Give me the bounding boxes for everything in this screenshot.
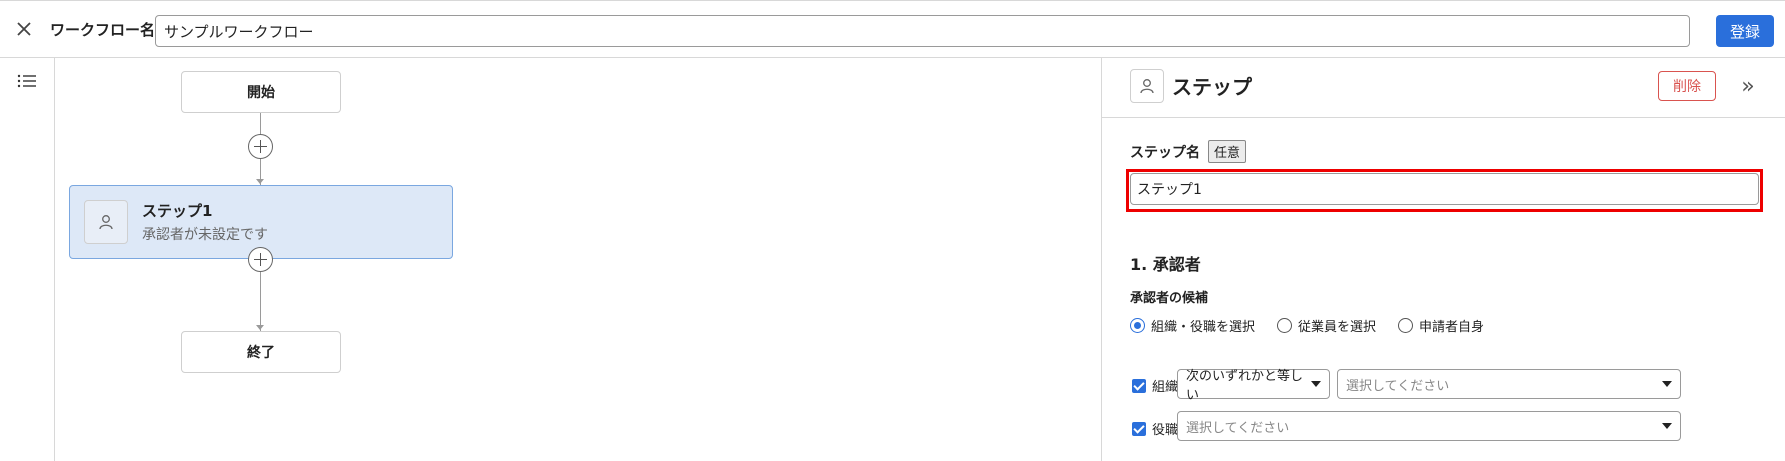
register-button[interactable]: 登録 — [1716, 15, 1774, 47]
org-select[interactable]: 選択してください — [1337, 369, 1681, 399]
person-icon — [84, 200, 128, 244]
approver-section-title: 1. 承認者 — [1130, 255, 1201, 274]
caret-down-icon — [1662, 423, 1672, 429]
role-select-placeholder: 選択してください — [1186, 420, 1290, 436]
org-select-placeholder: 選択してください — [1346, 378, 1450, 394]
step-title: ステップ1 — [142, 202, 213, 220]
flow-canvas: 開始 ステップ1 承認者が未設定です 終了 — [55, 58, 1101, 461]
approver-type-radio-group: 組織・役職を選択 従業員を選択 申請者自身 — [1130, 316, 1484, 335]
workflow-name-label: ワークフロー名 — [50, 21, 156, 39]
radio-label: 組織・役職を選択 — [1151, 320, 1256, 335]
radio-employee[interactable]: 従業員を選択 — [1277, 316, 1376, 335]
org-checkbox-row: 組織 — [1132, 376, 1178, 395]
radio-label: 申請者自身 — [1419, 320, 1485, 335]
top-bar: ワークフロー名 登録 — [0, 0, 1785, 58]
radio-applicant[interactable]: 申請者自身 — [1398, 316, 1484, 335]
step-name-label: ステップ名 — [1130, 145, 1200, 161]
end-node[interactable]: 終了 — [181, 331, 341, 373]
step-name-input[interactable] — [1130, 173, 1759, 205]
step-subtitle: 承認者が未設定です — [142, 227, 268, 243]
caret-down-icon — [1662, 381, 1672, 387]
radio-selected-icon[interactable] — [1130, 318, 1145, 333]
role-checkbox[interactable] — [1132, 421, 1146, 436]
role-select[interactable]: 選択してください — [1177, 411, 1681, 441]
list-icon[interactable] — [17, 73, 37, 89]
optional-badge: 任意 — [1208, 140, 1247, 163]
org-label: 組織 — [1152, 380, 1179, 395]
candidates-label: 承認者の候補 — [1130, 291, 1209, 306]
left-rail — [0, 58, 55, 461]
close-icon[interactable] — [13, 18, 35, 40]
panel-title: ステップ — [1172, 75, 1252, 99]
org-condition-select[interactable]: 次のいずれかと等しい — [1177, 369, 1330, 403]
caret-down-icon — [1311, 381, 1321, 387]
step-detail-panel: ステップ 削除 » ステップ名 任意 1. 承認者 承認者の候補 組織・役職を選… — [1101, 58, 1785, 461]
org-condition-value: 次のいずれかと等しい — [1186, 369, 1304, 403]
radio-org-role[interactable]: 組織・役職を選択 — [1130, 316, 1255, 335]
org-checkbox[interactable] — [1132, 378, 1146, 393]
collapse-panel-icon[interactable]: » — [1736, 72, 1760, 100]
panel-header: ステップ 削除 » — [1102, 58, 1785, 118]
add-step-icon[interactable] — [248, 134, 273, 159]
workflow-name-input[interactable] — [155, 15, 1690, 47]
delete-button[interactable]: 削除 — [1658, 71, 1716, 101]
start-node[interactable]: 開始 — [181, 71, 341, 113]
role-label: 役職 — [1152, 423, 1179, 438]
radio-label: 従業員を選択 — [1298, 320, 1377, 335]
arrow-down-icon — [256, 179, 264, 184]
radio-unselected-icon[interactable] — [1277, 318, 1293, 333]
radio-unselected-icon[interactable] — [1398, 318, 1414, 333]
role-checkbox-row: 役職 — [1132, 419, 1178, 438]
arrow-down-icon — [256, 325, 264, 330]
add-step-icon[interactable] — [248, 247, 273, 272]
person-icon — [1130, 69, 1164, 103]
